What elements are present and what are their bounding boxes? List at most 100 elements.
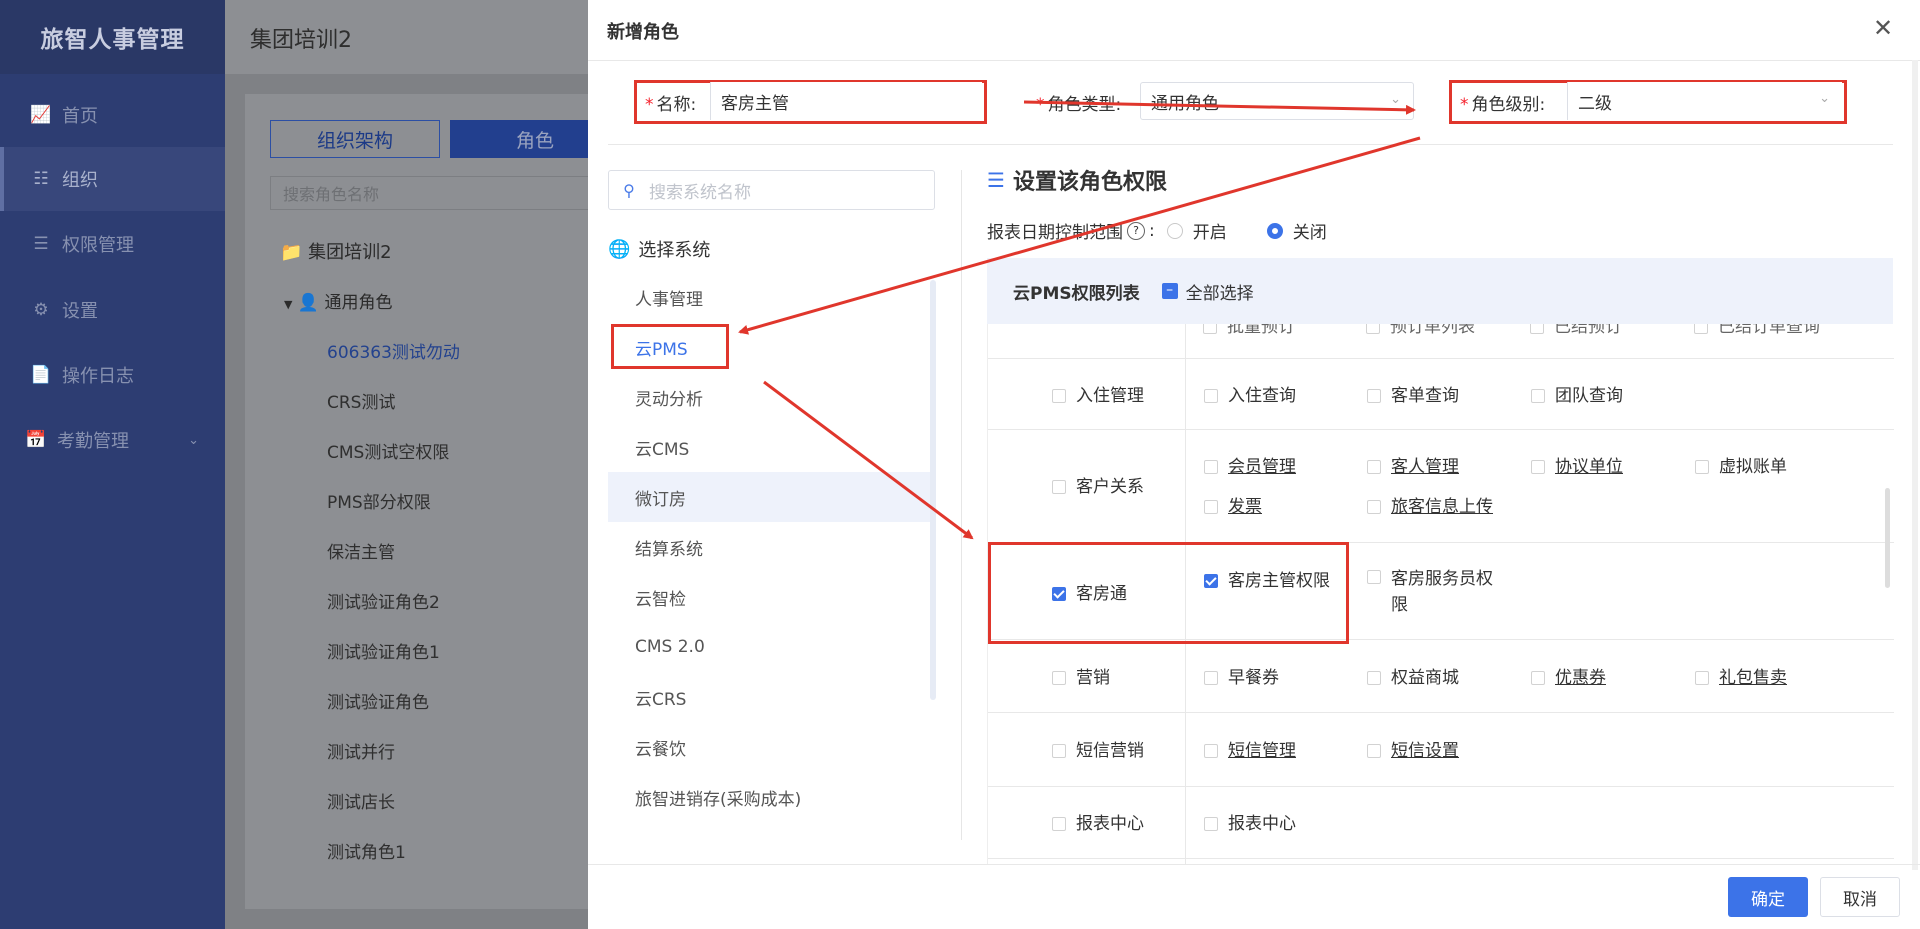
nav-item-settings[interactable]: ⚙ 设置 bbox=[0, 278, 225, 342]
name-input[interactable]: 客房主管 bbox=[710, 82, 982, 120]
tree-root-label: 集团培训2 bbox=[308, 242, 392, 263]
permission-checkbox[interactable]: 旅客信息上传 bbox=[1367, 492, 1493, 517]
nav-item-attendance[interactable]: 📅 考勤管理 ⌄ bbox=[0, 408, 225, 472]
permission-checkbox[interactable]: 批量预订 bbox=[1203, 324, 1295, 337]
role-item[interactable]: PMS部分权限 bbox=[327, 488, 431, 513]
permission-checkbox[interactable]: 虚拟账单 bbox=[1695, 452, 1787, 477]
close-icon[interactable]: ✕ bbox=[1873, 14, 1893, 42]
role-panel bbox=[245, 94, 645, 909]
permission-checkbox[interactable]: 已结预订 bbox=[1530, 324, 1622, 337]
annotation-box-housekeeping bbox=[988, 542, 1349, 644]
chevron-down-icon: ⌄ bbox=[1390, 92, 1401, 107]
permission-checkbox[interactable]: 短信设置 bbox=[1367, 736, 1459, 761]
role-search-input[interactable]: 搜索角色名称 bbox=[270, 176, 630, 210]
date-control-row: 报表日期控制范围 ?: 开启 关闭 bbox=[987, 218, 1327, 244]
type-select[interactable]: 通用角色 ⌄ bbox=[1140, 82, 1414, 120]
select-system-heading: 🌐 选择系统 bbox=[608, 238, 711, 262]
permission-checkbox[interactable]: 团队查询 bbox=[1531, 381, 1623, 406]
divider bbox=[588, 864, 1920, 865]
level-value: 二级 bbox=[1578, 93, 1612, 114]
sliders-icon: ☰ bbox=[33, 234, 49, 254]
help-icon[interactable]: ? bbox=[1127, 221, 1145, 240]
permission-checkbox[interactable]: 客房服务员权限 bbox=[1367, 566, 1497, 618]
group-checkbox[interactable]: 入住管理 bbox=[1052, 381, 1144, 406]
nav-label: 首页 bbox=[62, 106, 98, 127]
cancel-button[interactable]: 取消 bbox=[1820, 877, 1900, 917]
group-checkbox[interactable]: 短信营销 bbox=[1052, 736, 1144, 761]
role-item[interactable]: 保洁主管 bbox=[327, 538, 395, 563]
system-item[interactable]: 云餐饮 bbox=[608, 722, 932, 772]
permission-table-header: 云PMS权限列表 – 全部选择 bbox=[987, 258, 1893, 324]
select-all-checkbox[interactable]: – bbox=[1161, 283, 1178, 299]
role-item[interactable]: 测试验证角色2 bbox=[327, 588, 440, 613]
group-checkbox[interactable]: 报表中心 bbox=[1052, 809, 1144, 834]
radio-off-label: 关闭 bbox=[1292, 223, 1327, 243]
permission-scrollbar[interactable] bbox=[1885, 488, 1890, 588]
permission-checkbox[interactable]: 已结订单查询 bbox=[1694, 324, 1820, 337]
nav-item-permissions[interactable]: ☰ 权限管理 bbox=[0, 212, 225, 276]
role-item[interactable]: 测试并行 bbox=[327, 738, 395, 763]
name-label: * 名称: bbox=[645, 95, 697, 115]
annotation-box-cloud-pms bbox=[611, 324, 729, 369]
permission-checkbox[interactable]: 优惠券 bbox=[1531, 663, 1606, 688]
system-item[interactable]: 人事管理 bbox=[608, 272, 932, 322]
system-search-input[interactable]: ⚲ 搜索系统名称 bbox=[608, 170, 935, 210]
confirm-button[interactable]: 确定 bbox=[1728, 877, 1808, 917]
permission-title: ☰ 设置该角色权限 bbox=[987, 168, 1167, 195]
system-list-scrollbar[interactable] bbox=[930, 280, 936, 700]
group-checkbox[interactable]: 客户关系 bbox=[1052, 472, 1144, 497]
permission-checkbox[interactable]: 预订单列表 bbox=[1366, 324, 1475, 337]
radio-off[interactable] bbox=[1266, 222, 1283, 239]
role-item[interactable]: 测试店长 bbox=[327, 788, 395, 813]
system-item[interactable]: 旅智进销存(采购成本) bbox=[608, 772, 932, 822]
role-item[interactable]: 606363测试勿动 bbox=[327, 338, 460, 363]
permission-checkbox[interactable]: 礼包售卖 bbox=[1695, 663, 1787, 688]
search-placeholder: 搜索系统名称 bbox=[649, 182, 751, 203]
select-all-label: 全部选择 bbox=[1185, 283, 1254, 304]
dialog-scrollbar[interactable] bbox=[1912, 60, 1918, 870]
system-item[interactable]: 微订房 bbox=[608, 472, 932, 522]
tree-root[interactable]: 📁 集团培训2 bbox=[280, 238, 392, 264]
permission-checkbox[interactable]: 入住查询 bbox=[1204, 381, 1296, 406]
dialog-title: 新增角色 bbox=[607, 22, 679, 43]
role-item[interactable]: 测试验证角色 bbox=[327, 688, 429, 713]
nav-item-logs[interactable]: 📄 操作日志 bbox=[0, 343, 225, 407]
nav-label: 操作日志 bbox=[62, 366, 134, 387]
system-item[interactable]: CMS 2.0 bbox=[608, 622, 932, 672]
role-item[interactable]: 测试角色1 bbox=[327, 838, 406, 863]
tree-group[interactable]: ▼ 👤 通用角色 bbox=[284, 288, 392, 313]
role-item[interactable]: CMS测试空权限 bbox=[327, 438, 449, 463]
permission-checkbox[interactable]: 发票 bbox=[1204, 492, 1262, 517]
system-item[interactable]: 灵动分析 bbox=[608, 372, 932, 422]
table-title: 云PMS权限列表 bbox=[1013, 283, 1140, 304]
role-item[interactable]: 测试验证角色1 bbox=[327, 638, 440, 663]
radio-on-label: 开启 bbox=[1192, 223, 1227, 243]
system-item[interactable]: 云CMS bbox=[608, 422, 932, 472]
permission-checkbox[interactable]: 会员管理 bbox=[1204, 452, 1296, 477]
radio-on[interactable] bbox=[1166, 222, 1183, 239]
system-item[interactable]: 结算系统 bbox=[608, 522, 932, 572]
divider bbox=[961, 170, 962, 840]
system-item[interactable]: 云智检 bbox=[608, 572, 932, 622]
tab-org-structure[interactable]: 组织架构 bbox=[270, 120, 440, 158]
nav-item-org[interactable]: ☷ 组织 bbox=[0, 147, 225, 211]
role-item[interactable]: CRS测试 bbox=[327, 388, 395, 413]
permission-checkbox[interactable]: 客人管理 bbox=[1367, 452, 1459, 477]
globe-icon: 🌐 bbox=[608, 238, 631, 260]
permission-checkbox[interactable]: 客单查询 bbox=[1367, 381, 1459, 406]
search-icon: ⚲ bbox=[623, 180, 635, 200]
permission-checkbox[interactable]: 短信管理 bbox=[1204, 736, 1296, 761]
level-label: * 角色级别: bbox=[1460, 95, 1546, 115]
group-checkbox[interactable]: 营销 bbox=[1052, 663, 1110, 688]
permission-checkbox[interactable]: 早餐券 bbox=[1204, 663, 1279, 688]
nav-item-home[interactable]: 📈 首页 bbox=[0, 83, 225, 147]
permission-checkbox[interactable]: 权益商城 bbox=[1367, 663, 1459, 688]
page-title: 集团培训2 bbox=[250, 28, 352, 53]
system-item[interactable]: 云CRS bbox=[608, 672, 932, 722]
document-icon: 📄 bbox=[30, 365, 52, 385]
divider bbox=[608, 144, 1893, 145]
nav-label: 权限管理 bbox=[62, 235, 134, 256]
permission-checkbox[interactable]: 协议单位 bbox=[1531, 452, 1623, 477]
level-select[interactable]: 二级 ⌄ bbox=[1567, 82, 1842, 120]
permission-checkbox[interactable]: 报表中心 bbox=[1204, 809, 1296, 834]
